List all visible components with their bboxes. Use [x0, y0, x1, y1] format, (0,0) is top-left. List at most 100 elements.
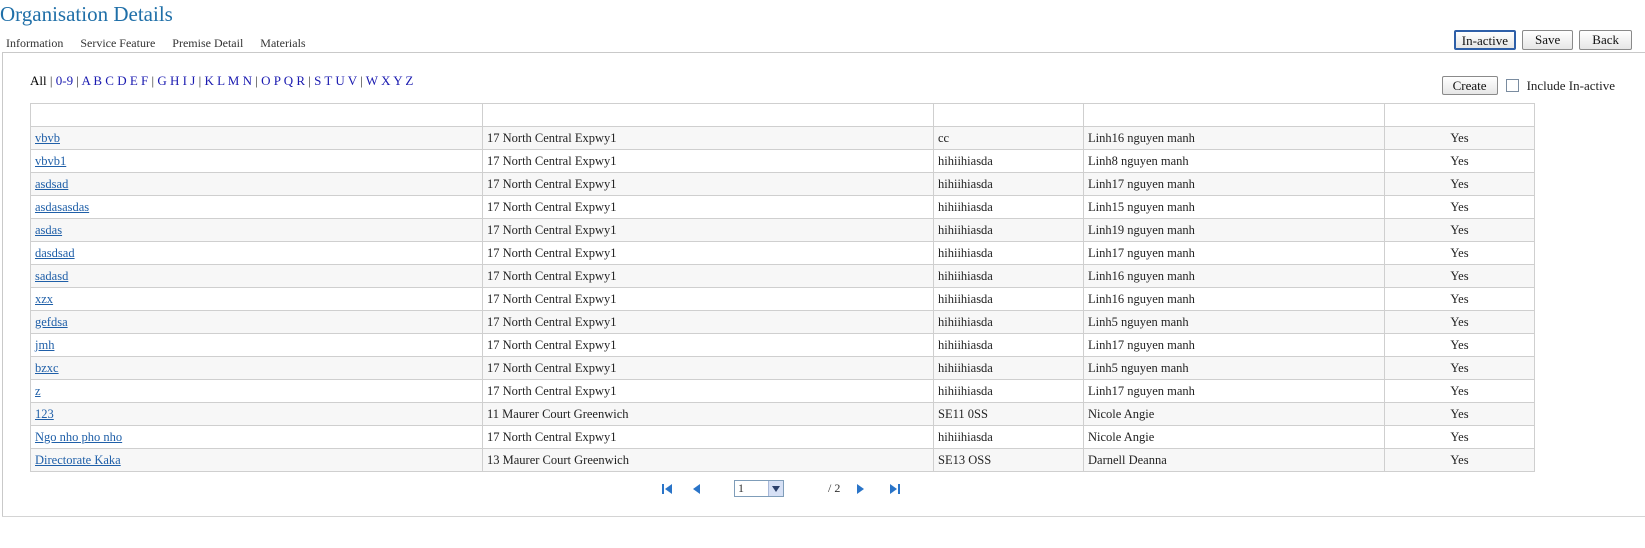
include-inactive-label: Include In-active — [1526, 77, 1615, 93]
column-header-name[interactable] — [30, 103, 483, 127]
postcode-cell: cc — [933, 126, 1084, 150]
organisation-name-link[interactable]: jmh — [35, 338, 54, 352]
address-cell: 17 North Central Expwy1 — [482, 195, 934, 219]
contact-cell: Linh17 nguyen manh — [1088, 245, 1195, 260]
postcode-cell: hihiihiasda — [938, 222, 993, 237]
alpha-filter-w-z[interactable]: W X Y Z — [366, 73, 414, 88]
column-header-contact[interactable] — [1083, 103, 1385, 127]
contact-cell: Linh16 nguyen manh — [1088, 268, 1195, 283]
name-cell: Directorate Kaka — [30, 448, 483, 472]
tab-premise-detail[interactable]: Premise Detail — [172, 36, 243, 50]
postcode-cell: hihiihiasda — [933, 356, 1084, 380]
active-cell: Yes — [1384, 218, 1535, 242]
last-page-icon[interactable] — [888, 482, 902, 496]
postcode-cell: hihiihiasda — [938, 383, 993, 398]
address-cell: 13 Maurer Court Greenwich — [487, 452, 629, 467]
name-cell: xzx — [30, 287, 483, 311]
column-header-active[interactable] — [1384, 103, 1535, 127]
organisation-name-link[interactable]: bzxc — [35, 361, 59, 375]
include-inactive-checkbox[interactable] — [1505, 79, 1519, 92]
next-page-icon[interactable] — [854, 482, 868, 496]
contact-cell: Nicole Angie — [1083, 425, 1385, 449]
postcode-cell: hihiihiasda — [933, 310, 1084, 334]
postcode-cell: hihiihiasda — [938, 176, 993, 191]
organisation-name-link[interactable]: 123 — [35, 407, 54, 421]
active-cell: Yes — [1450, 383, 1469, 398]
inactive-button[interactable]: In-active — [1453, 30, 1516, 50]
alpha-filter-o-r[interactable]: O P Q R — [261, 73, 305, 88]
address-cell: 17 North Central Expwy1 — [487, 291, 617, 306]
organisation-name-link[interactable]: dasdsad — [35, 246, 75, 260]
contact-cell: Nicole Angie — [1088, 429, 1155, 444]
save-button[interactable]: Save — [1522, 30, 1574, 50]
organisation-name-link[interactable]: z — [35, 384, 41, 398]
organisation-name-link[interactable]: sadasd — [35, 269, 68, 283]
name-cell: dasdsad — [30, 241, 483, 265]
organisation-name-link[interactable]: gefdsa — [35, 315, 68, 329]
name-cell: Ngo nho pho nho — [30, 425, 483, 449]
contact-cell: Linh17 nguyen manh — [1088, 337, 1195, 352]
tab-materials[interactable]: Materials — [260, 36, 305, 50]
organisation-name-link[interactable]: vbvb1 — [35, 154, 66, 168]
address-cell: 17 North Central Expwy1 — [487, 176, 617, 191]
postcode-cell: hihiihiasda — [938, 337, 993, 352]
create-button[interactable]: Create — [1441, 76, 1498, 95]
alpha-filter-0-9[interactable]: 0-9 — [56, 73, 73, 88]
back-button[interactable]: Back — [1579, 30, 1632, 50]
active-cell: Yes — [1450, 291, 1469, 306]
organisation-name-link[interactable]: Ngo nho pho nho — [35, 430, 122, 444]
active-cell: Yes — [1384, 149, 1535, 173]
tab-service-feature[interactable]: Service Feature — [80, 36, 155, 50]
alpha-filter-g-j[interactable]: G H I J — [157, 73, 195, 88]
prev-page-icon[interactable] — [690, 482, 704, 496]
postcode-cell: hihiihiasda — [938, 199, 993, 214]
alpha-filter-k-n[interactable]: K L M N — [204, 73, 252, 88]
table-row: asdasasdas 17 North Central Expwy1 hihiihi… — [30, 195, 1535, 219]
contact-cell: Darnell Deanna — [1083, 448, 1385, 472]
postcode-cell: SE13 OSS — [938, 452, 992, 467]
address-cell: 17 North Central Expwy1 — [482, 310, 934, 334]
first-page-icon[interactable] — [660, 482, 674, 496]
contact-cell: Darnell Deanna — [1088, 452, 1167, 467]
contact-cell: Linh17 nguyen manh — [1088, 176, 1195, 191]
name-cell: asdas — [30, 218, 483, 242]
postcode-cell: hihiihiasda — [938, 153, 993, 168]
organisations-table: vbvb 17 North Central Expwy1 cc Linh16 nguy… — [30, 103, 1535, 472]
postcode-cell: hihiihiasda — [938, 291, 993, 306]
address-cell: 17 North Central Expwy1 — [482, 333, 934, 357]
organisation-name-link[interactable]: asdasasdas — [35, 200, 89, 214]
alpha-separator: | — [46, 73, 56, 88]
address-cell: 17 North Central Expwy1 — [482, 126, 934, 150]
table-body: vbvb 17 North Central Expwy1 cc Linh16 nguy… — [30, 126, 1535, 472]
page-select[interactable]: 1 — [734, 480, 784, 497]
panel-divider — [2, 516, 1645, 517]
column-header-address[interactable] — [482, 103, 934, 127]
top-actions: In-active Save Back — [1453, 30, 1632, 50]
contact-cell: Linh16 nguyen manh — [1083, 264, 1385, 288]
alpha-filter-s-v[interactable]: S T U V — [314, 73, 357, 88]
contact-cell: Linh5 nguyen manh — [1083, 310, 1385, 334]
active-cell: Yes — [1384, 241, 1535, 265]
alpha-filter-a-f[interactable]: A B C D E F — [81, 73, 148, 88]
organisation-name-link[interactable]: vbvb — [35, 131, 60, 145]
active-cell: Yes — [1384, 264, 1535, 288]
postcode-cell: SE11 0SS — [933, 402, 1084, 426]
table-row: gefdsa 17 North Central Expwy1 hihiihiasda… — [30, 310, 1535, 334]
alpha-separator: | — [356, 73, 366, 88]
address-cell: 17 North Central Expwy1 — [487, 199, 617, 214]
alpha-filter-all[interactable]: All — [30, 73, 47, 88]
organisation-name-link[interactable]: Directorate Kaka — [35, 453, 121, 467]
tab-information[interactable]: Information — [6, 36, 63, 50]
postcode-cell: hihiihiasda — [938, 360, 993, 375]
organisation-name-link[interactable]: xzx — [35, 292, 53, 306]
organisation-name-link[interactable]: asdas — [35, 223, 62, 237]
postcode-cell: hihiihiasda — [933, 333, 1084, 357]
table-row: sadasd 17 North Central Expwy1 hihiihiasda… — [30, 264, 1535, 288]
column-header-postcode[interactable] — [933, 103, 1084, 127]
active-cell: Yes — [1384, 425, 1535, 449]
active-cell: Yes — [1384, 402, 1535, 426]
organisation-name-link[interactable]: asdsad — [35, 177, 68, 191]
address-cell: 17 North Central Expwy1 — [482, 172, 934, 196]
active-cell: Yes — [1450, 268, 1469, 283]
postcode-cell: hihiihiasda — [938, 429, 993, 444]
